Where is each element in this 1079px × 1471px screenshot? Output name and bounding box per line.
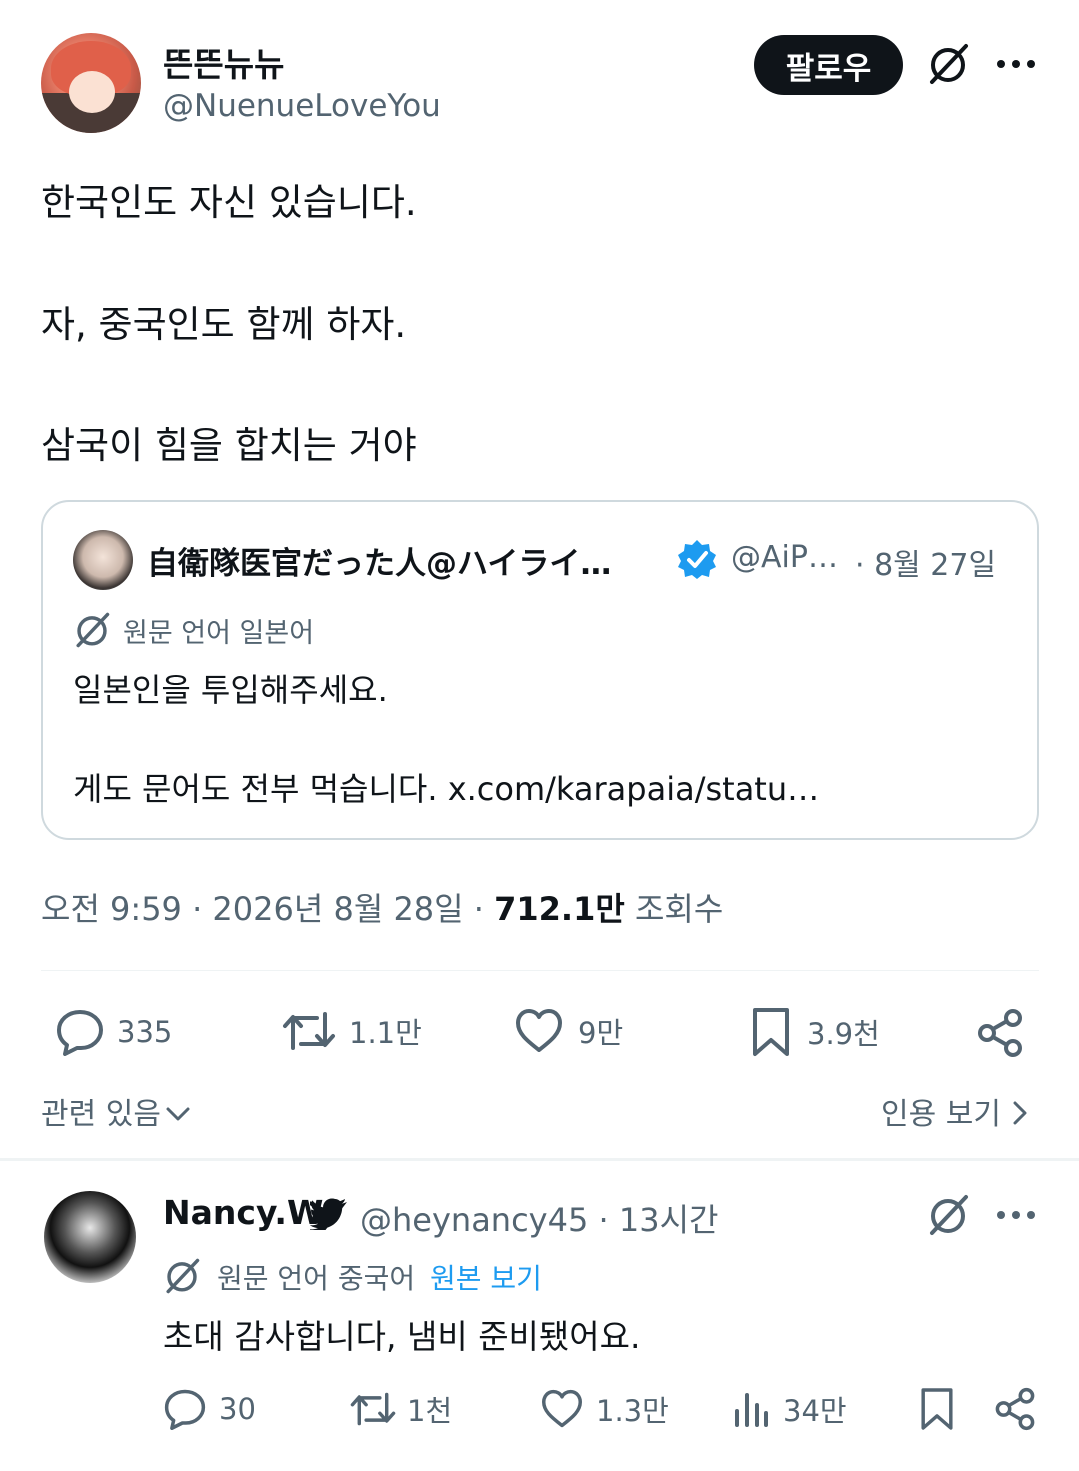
repost-button[interactable]: 1.1만 xyxy=(281,1008,422,1054)
divider xyxy=(41,970,1039,971)
reply-author-handle[interactable]: @heynancy45 · 13시간 xyxy=(360,1195,718,1241)
reply-icon xyxy=(164,1389,206,1430)
follow-button[interactable]: 팔로우 xyxy=(754,35,903,95)
chevron-down-icon xyxy=(166,1107,190,1121)
author-avatar[interactable] xyxy=(41,33,141,133)
quoted-author-avatar[interactable] xyxy=(73,530,133,590)
view-quotes-link[interactable]: 인용 보기 xyxy=(881,1089,1031,1133)
author-handle[interactable]: @NuenueLoveYou xyxy=(163,88,441,124)
view-label: 조회수 xyxy=(624,890,724,928)
quotes-label: 인용 보기 xyxy=(881,1097,1001,1132)
quoted-tweet-date: · 8월 27일 xyxy=(855,548,997,583)
heart-icon xyxy=(542,1389,582,1428)
analytics-icon xyxy=(735,1393,768,1427)
repost-icon xyxy=(283,1012,335,1050)
quoted-text-line-1: 일본인을 투입해주세요. xyxy=(73,671,388,709)
repost-icon xyxy=(350,1392,396,1426)
like-count: 9만 xyxy=(578,1016,624,1050)
reply-repost-count: 1천 xyxy=(407,1394,453,1428)
reply-views-button[interactable]: 34만 xyxy=(731,1388,847,1430)
share-icon[interactable] xyxy=(993,1387,1037,1431)
more-options-icon[interactable] xyxy=(994,48,1038,80)
tweet-text-line-2: 자, 중국인도 함께 하자. xyxy=(41,303,407,346)
reply-count: 335 xyxy=(117,1015,173,1049)
view-count: 712.1만 xyxy=(494,890,625,928)
reply-button[interactable]: 335 xyxy=(55,1008,172,1056)
translate-icon xyxy=(73,611,113,651)
reply-language-note: 원문 언어 중국어 xyxy=(217,1262,416,1295)
related-label: 관련 있음 xyxy=(41,1097,161,1132)
reply-author-avatar[interactable] xyxy=(44,1191,136,1283)
chevron-right-icon xyxy=(1013,1101,1027,1125)
related-toggle[interactable]: 관련 있음 xyxy=(41,1089,191,1133)
tweet-text-line-3: 삼국이 힘을 합치는 거야 xyxy=(41,424,417,467)
share-icon[interactable] xyxy=(975,1008,1025,1058)
tweet-text-line-1: 한국인도 자신 있습니다. xyxy=(41,181,417,224)
quoted-author-name[interactable]: 自衛隊医官だった人@ハイライ… xyxy=(147,538,611,583)
reply-reply-count: 30 xyxy=(219,1392,256,1426)
quoted-language-note: 원문 언어 일본어 xyxy=(123,618,315,649)
reply-text: 초대 감사합니다, 냄비 준비됐어요. xyxy=(163,1317,641,1356)
reply-like-count: 1.3만 xyxy=(596,1394,669,1428)
translate-icon[interactable] xyxy=(924,1191,972,1239)
bookmark-button[interactable]: 3.9천 xyxy=(749,1006,880,1058)
reply-like-button[interactable]: 1.3만 xyxy=(540,1388,669,1430)
more-options-icon[interactable] xyxy=(994,1199,1038,1231)
reply-icon xyxy=(57,1010,103,1056)
reply-repost-button[interactable]: 1천 xyxy=(349,1388,452,1430)
heart-icon xyxy=(516,1009,562,1052)
reply-author-name[interactable]: Nancy.W xyxy=(163,1193,323,1232)
show-original-link[interactable]: 원본 보기 xyxy=(430,1257,542,1297)
reply-view-count: 34만 xyxy=(783,1394,847,1428)
translate-icon xyxy=(163,1257,203,1297)
bookmark-icon xyxy=(753,1008,789,1056)
like-button[interactable]: 9만 xyxy=(514,1008,623,1054)
translate-icon[interactable] xyxy=(924,40,972,88)
tweet-meta: 오전 9:59 · 2026년 8월 28일 · 712.1만 조회수 xyxy=(41,884,723,930)
quoted-text-line-2: 게도 문어도 전부 먹습니다. x.com/karapaia/statu… xyxy=(73,770,820,808)
timestamp: 오전 9:59 · 2026년 8월 28일 · xyxy=(41,890,495,928)
reply-reply-button[interactable]: 30 xyxy=(163,1388,256,1430)
bookmark-icon[interactable] xyxy=(918,1386,958,1432)
bookmark-count: 3.9천 xyxy=(807,1017,880,1051)
repost-count: 1.1만 xyxy=(349,1016,422,1050)
author-name[interactable]: 뜬뜬뉴뉴 xyxy=(163,38,284,86)
section-divider xyxy=(0,1158,1079,1161)
verified-badge-icon xyxy=(676,538,718,580)
bird-icon xyxy=(305,1198,350,1234)
quoted-author-handle[interactable]: @AiP… xyxy=(731,540,838,575)
